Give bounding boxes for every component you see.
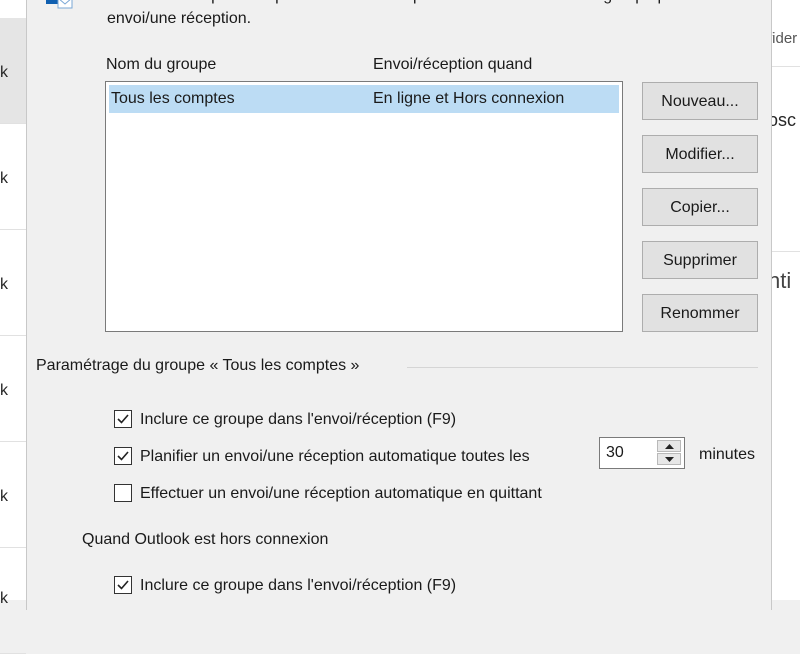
rename-group-button[interactable]: Renommer bbox=[642, 294, 758, 332]
stepper-arrows bbox=[657, 440, 681, 466]
mail-list-item[interactable]: k bbox=[0, 18, 26, 124]
checkmark-icon bbox=[117, 414, 129, 424]
mail-list-item[interactable]: k bbox=[0, 336, 26, 442]
delete-group-button[interactable]: Supprimer bbox=[642, 241, 758, 279]
reading-pane-fragment: nti bbox=[770, 268, 792, 293]
include-in-send-receive-checkbox[interactable] bbox=[114, 410, 132, 428]
dialog-description: Outlook. Vous pouvez spécifier les tâche… bbox=[107, 0, 738, 27]
background-reading-pane: fider osc nti bbox=[770, 0, 800, 600]
schedule-minutes-stepper[interactable] bbox=[599, 437, 685, 469]
mail-list-item-text: k bbox=[0, 382, 8, 399]
schedule-minutes-input[interactable] bbox=[606, 443, 650, 463]
minutes-unit-label: minutes bbox=[699, 446, 756, 463]
send-receive-groups-dialog: Outlook. Vous pouvez spécifier les tâche… bbox=[26, 0, 772, 610]
group-settings-separator bbox=[407, 367, 758, 368]
reading-pane-fragment: fider bbox=[770, 30, 798, 47]
schedule-auto-send-receive-checkbox[interactable] bbox=[114, 447, 132, 465]
mail-list-item[interactable]: k bbox=[0, 548, 26, 654]
checkmark-icon bbox=[117, 580, 129, 590]
include-offline-checkbox[interactable] bbox=[114, 576, 132, 594]
send-receive-on-exit-label: Effectuer un envoi/une réception automat… bbox=[140, 485, 542, 502]
mail-list-item-text: k bbox=[0, 590, 8, 607]
group-row-all-accounts[interactable]: Tous les comptes En ligne et Hors connex… bbox=[109, 85, 619, 113]
stepper-up-button[interactable] bbox=[657, 440, 681, 452]
group-settings-legend: Paramétrage du groupe « Tous les comptes… bbox=[36, 357, 360, 374]
mail-list-item[interactable]: k bbox=[0, 124, 26, 230]
divider bbox=[770, 66, 800, 67]
reading-pane-fragment: osc bbox=[770, 110, 797, 130]
column-header-group-name[interactable]: Nom du groupe bbox=[106, 56, 216, 74]
send-receive-on-exit-checkbox[interactable] bbox=[114, 484, 132, 502]
offline-section-heading: Quand Outlook est hors connexion bbox=[82, 531, 329, 548]
mail-list-item-text: k bbox=[0, 276, 8, 293]
group-row-name: Tous les comptes bbox=[111, 90, 235, 107]
copy-group-button[interactable]: Copier... bbox=[642, 188, 758, 226]
schedule-auto-send-receive-label: Planifier un envoi/une réception automat… bbox=[140, 448, 530, 465]
include-offline-label: Inclure ce groupe dans l'envoi/réception… bbox=[140, 577, 457, 594]
send-receive-icon bbox=[44, 0, 74, 10]
mail-list-item[interactable]: k bbox=[0, 442, 26, 548]
divider bbox=[770, 251, 800, 252]
arrow-down-icon bbox=[665, 457, 674, 462]
mail-list-item-text: k bbox=[0, 64, 8, 81]
include-in-send-receive-label: Inclure ce groupe dans l'envoi/réception… bbox=[140, 411, 457, 428]
mail-list-item[interactable]: k bbox=[0, 230, 26, 336]
checkmark-icon bbox=[117, 451, 129, 461]
mail-list-item-text: k bbox=[0, 488, 8, 505]
new-group-button[interactable]: Nouveau... bbox=[642, 82, 758, 120]
group-row-when: En ligne et Hors connexion bbox=[373, 90, 565, 107]
stepper-down-button[interactable] bbox=[657, 453, 681, 465]
groups-listbox[interactable]: Tous les comptes En ligne et Hors connex… bbox=[105, 81, 623, 332]
edit-group-button[interactable]: Modifier... bbox=[642, 135, 758, 173]
background-mail-list: k k k k k k bbox=[0, 0, 26, 654]
arrow-up-icon bbox=[665, 444, 674, 449]
mail-list-item-text: k bbox=[0, 170, 8, 187]
column-header-send-receive-when[interactable]: Envoi/réception quand bbox=[373, 56, 532, 74]
